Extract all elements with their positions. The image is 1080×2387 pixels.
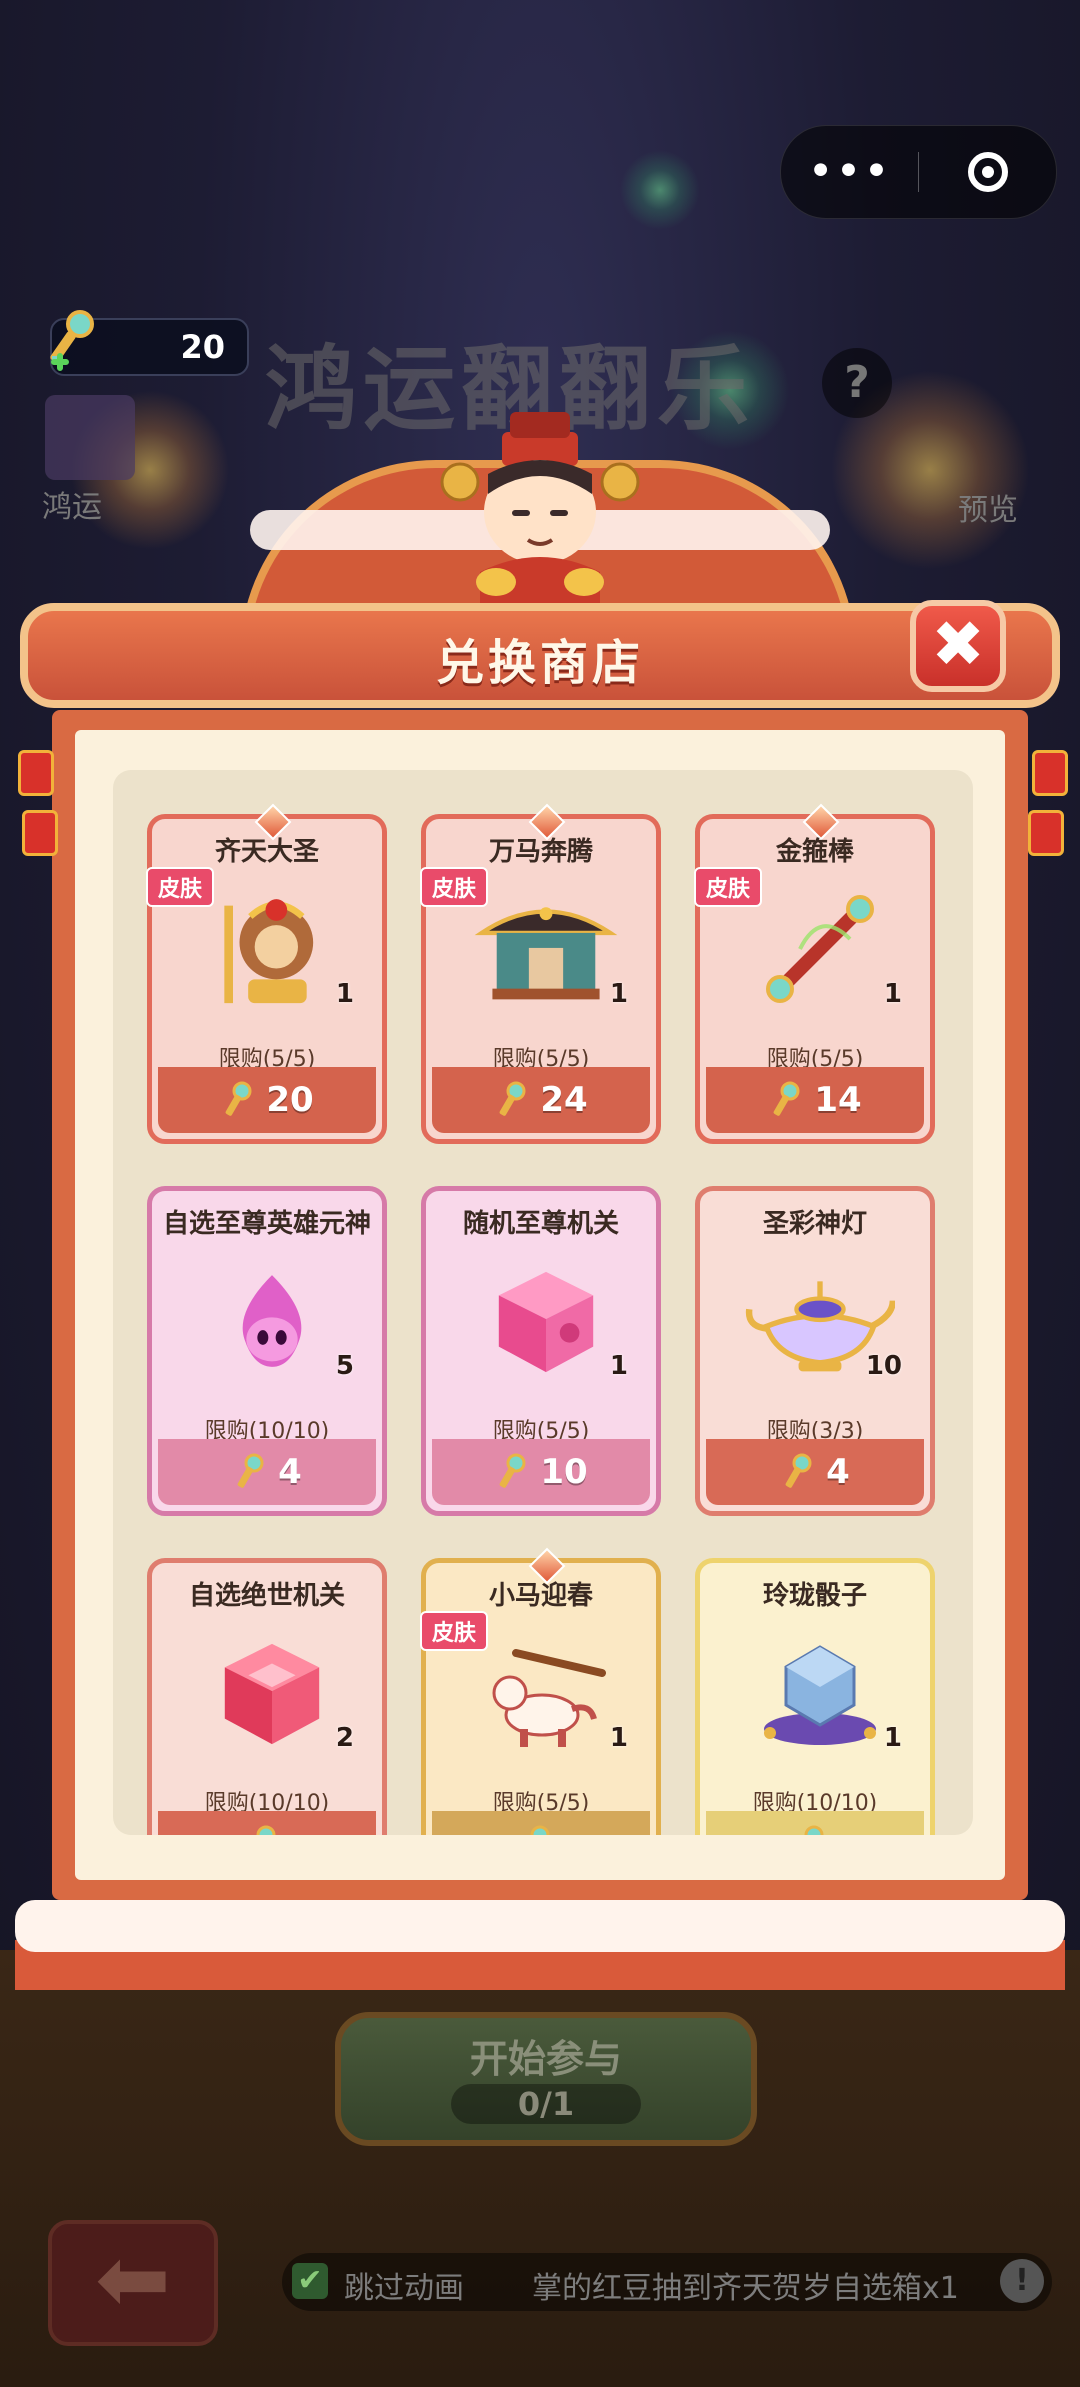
item-name: 自选至尊英雄元神 <box>162 1209 371 1239</box>
price-button[interactable]: 4 <box>706 1439 924 1505</box>
skip-label: 跳过动画 <box>344 2271 464 2306</box>
close-button[interactable]: ✖ <box>910 600 1006 692</box>
item-name: 圣彩神灯 <box>762 1209 867 1239</box>
start-count: 0/1 <box>451 2084 641 2124</box>
key-icon <box>50 310 94 371</box>
firecracker-icon <box>1028 810 1064 856</box>
price-button[interactable]: 14 <box>706 1067 924 1133</box>
price-button[interactable]: 20 <box>158 1067 376 1133</box>
price-value: 10 <box>540 1452 588 1492</box>
item-quantity: 1 <box>609 979 628 1009</box>
item-quantity: 2 <box>335 1723 354 1753</box>
item-quantity: 1 <box>609 1723 628 1753</box>
shop-item-card[interactable]: 齐天大圣 皮肤 1 限购(5/5) 20 <box>146 803 387 1144</box>
price-value: 4 <box>826 1452 850 1492</box>
mini-program-capsule: ••• <box>780 125 1057 219</box>
item-name: 玲珑骰子 <box>762 1581 867 1611</box>
key-icon <box>256 1825 276 1835</box>
price-value: 24 <box>540 1080 588 1120</box>
shop-item-card[interactable]: 金箍棒 皮肤 1 限购(5/5) 14 <box>694 803 935 1144</box>
shop-item-card[interactable]: 随机至尊机关 1 限购(5/5) 10 <box>421 1186 661 1516</box>
key-icon <box>804 1825 824 1835</box>
key-icon <box>225 1081 252 1116</box>
more-button[interactable]: ••• <box>781 126 918 218</box>
broadcast-ticker: 掌的红豆抽到齐天贺岁自选箱x1 <box>532 2271 959 2306</box>
close-program-button[interactable] <box>919 152 1056 192</box>
key-icon <box>785 1453 812 1488</box>
price-button[interactable]: 10 <box>432 1439 650 1505</box>
shop-item-card[interactable]: 小马迎春 皮肤 1 限购(5/5) <box>420 1547 661 1835</box>
item-quantity: 1 <box>609 1351 628 1381</box>
key-icon <box>499 1453 526 1488</box>
item-name: 齐天大圣 <box>214 837 319 867</box>
key-icon <box>499 1081 526 1116</box>
shop-item-card[interactable]: 万马奔腾 皮肤 1 限购(5/5) 24 <box>420 803 661 1144</box>
target-icon <box>967 152 1008 192</box>
item-name: 金箍棒 <box>775 837 854 867</box>
info-icon[interactable]: ! <box>1000 2259 1044 2303</box>
key-icon <box>530 1825 550 1835</box>
exchange-shop-modal: 齐天大圣 皮肤 1 限购(5/5) 20 万马奔腾 皮肤 1 限购(5/5) 2… <box>0 400 1080 2020</box>
firecracker-icon <box>18 750 54 796</box>
shop-item-card[interactable]: 自选至尊英雄元神 5 限购(10/10) 4 <box>147 1186 387 1516</box>
item-quantity: 1 <box>883 1723 902 1753</box>
shop-item-card[interactable]: 自选绝世机关 2 限购(10/10) <box>147 1558 387 1835</box>
firecracker-icon <box>22 810 58 856</box>
item-quantity: 1 <box>335 979 354 1009</box>
price-button[interactable] <box>158 1811 376 1835</box>
item-quantity: 10 <box>865 1351 902 1381</box>
shop-item-card[interactable]: 圣彩神灯 10 限购(3/3) 4 <box>695 1186 935 1516</box>
currency-value: 20 <box>180 328 225 366</box>
start-button[interactable]: 开始参与 0/1 <box>335 2012 757 2146</box>
price-value: 14 <box>814 1080 862 1120</box>
price-value: 20 <box>266 1080 314 1120</box>
price-button[interactable]: 4 <box>158 1439 376 1505</box>
item-name: 万马奔腾 <box>488 837 593 867</box>
price-button[interactable]: 24 <box>432 1067 650 1133</box>
skip-checkbox[interactable]: ✔ <box>292 2263 328 2299</box>
shop-item-card[interactable]: 玲珑骰子 1 限购(10/10) <box>695 1558 935 1835</box>
key-icon <box>237 1453 264 1488</box>
key-currency-counter: 20 <box>50 310 249 376</box>
price-button[interactable] <box>432 1811 650 1835</box>
start-label: 开始参与 <box>469 2037 622 2081</box>
item-quantity: 5 <box>335 1351 354 1381</box>
item-name: 随机至尊机关 <box>462 1209 619 1239</box>
back-button[interactable]: ⬅ <box>48 2220 218 2346</box>
shop-item-scroll-area[interactable]: 齐天大圣 皮肤 1 限购(5/5) 20 万马奔腾 皮肤 1 限购(5/5) 2… <box>113 770 973 1835</box>
firecracker-icon <box>1032 750 1068 796</box>
item-name: 自选绝世机关 <box>188 1581 345 1611</box>
firework-decoration <box>620 150 700 230</box>
snow-ledge <box>15 1900 1065 1952</box>
item-name: 小马迎春 <box>488 1581 593 1611</box>
price-button[interactable] <box>706 1811 924 1835</box>
skip-animation-bar: ✔ 跳过动画 掌的红豆抽到齐天贺岁自选箱x1 ! <box>282 2253 1052 2311</box>
item-quantity: 1 <box>883 979 902 1009</box>
key-icon <box>773 1081 800 1116</box>
price-value: 4 <box>278 1452 302 1492</box>
